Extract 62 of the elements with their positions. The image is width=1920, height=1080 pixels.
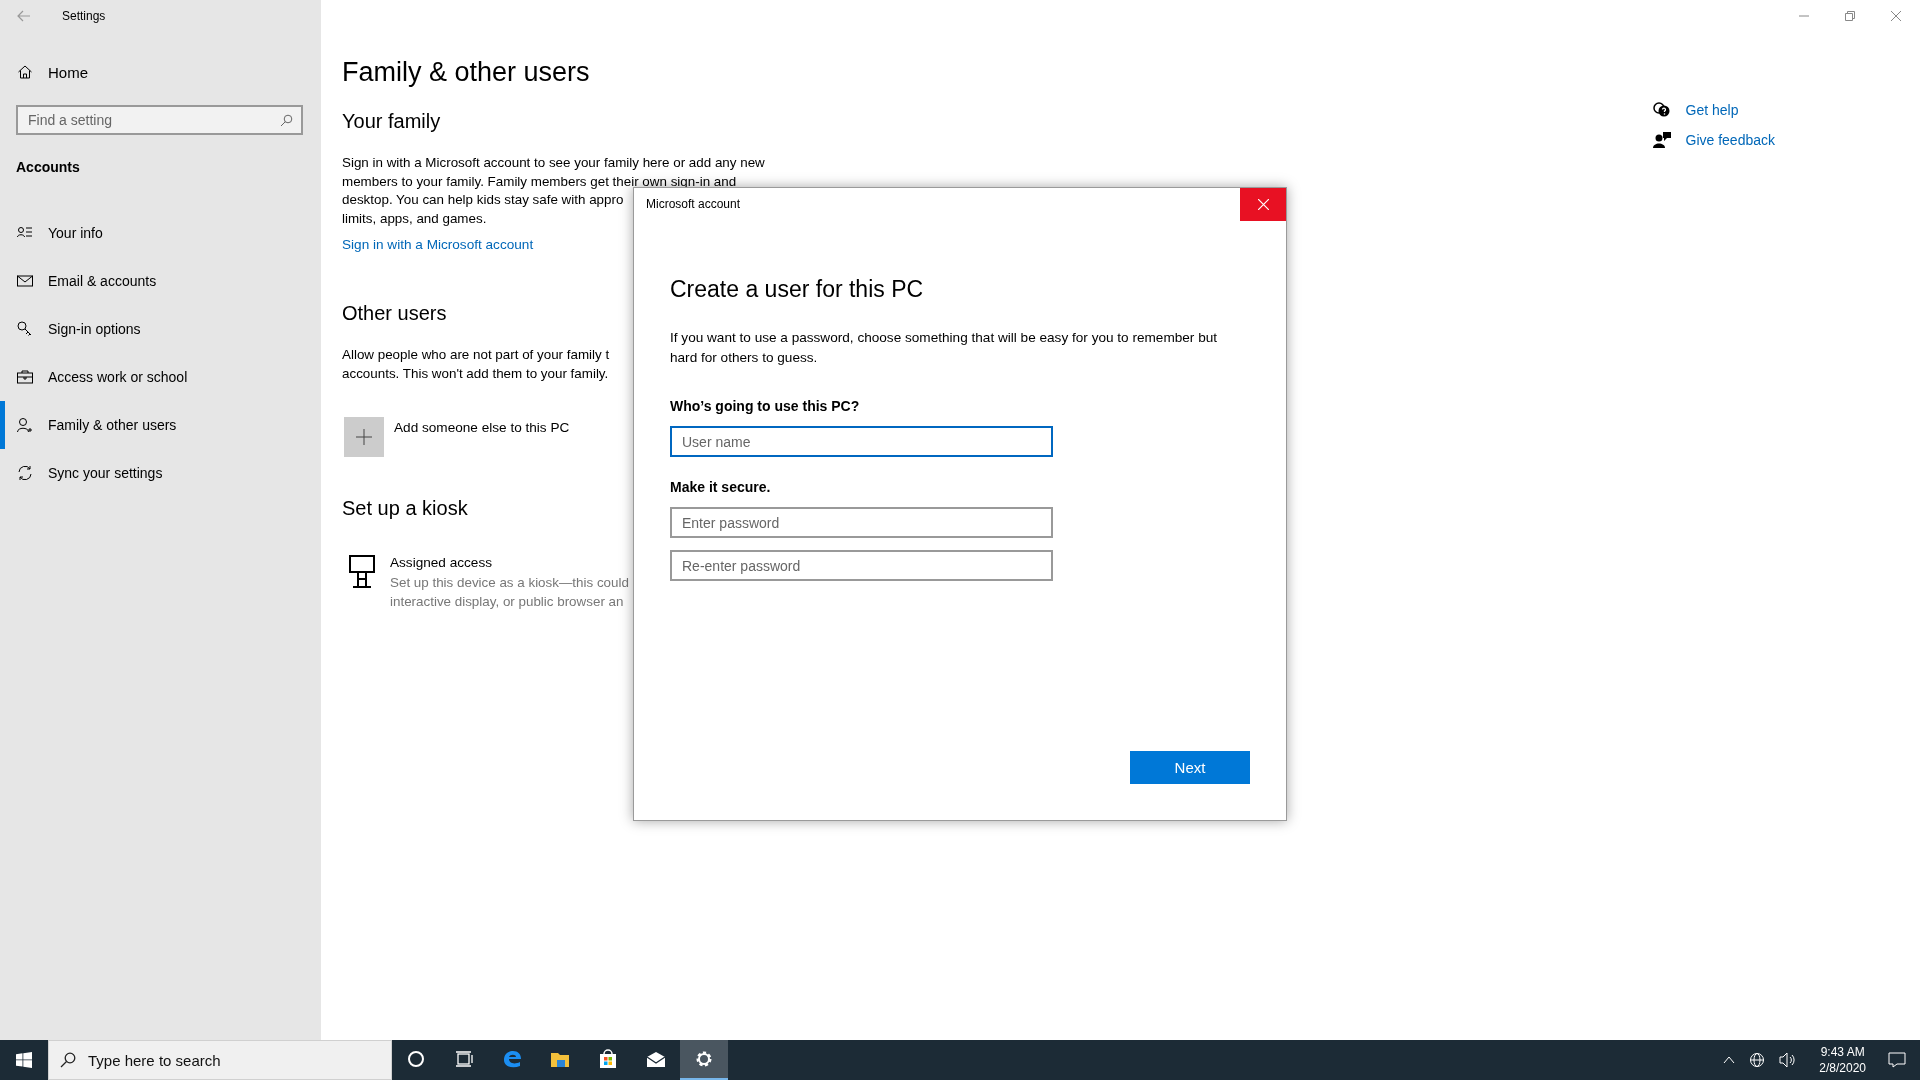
page-title: Family & other users <box>342 57 590 88</box>
input-field[interactable]: Enter password <box>670 507 1053 538</box>
add-user-label[interactable]: Add someone else to this PC <box>394 420 570 435</box>
help-link[interactable]: Get help <box>1685 102 1739 118</box>
key-icon <box>17 321 33 337</box>
clock-time[interactable]: 9:43 AM <box>1820 1044 1865 1060</box>
close-icon[interactable] <box>1891 11 1901 21</box>
volume-icon[interactable] <box>1779 1052 1798 1068</box>
dialog-heading: Create a user for this PC <box>670 276 924 303</box>
sidebar-item[interactable]: Sync your settings <box>0 449 321 497</box>
next-button[interactable]: Next <box>1130 751 1250 784</box>
briefcase-icon <box>17 369 33 385</box>
circle-icon <box>405 1048 427 1070</box>
description-text: Sign in with a Microsoft account to see your family here or add any new <box>342 154 765 172</box>
sidebar-item[interactable]: Sign-in options <box>0 305 321 353</box>
input-field[interactable]: User name <box>670 426 1053 457</box>
search-field[interactable]: Find a setting <box>16 105 303 135</box>
home-nav-item[interactable]: Home <box>0 52 321 92</box>
search-icon <box>280 114 293 127</box>
plus-icon <box>356 429 372 445</box>
sync-icon <box>17 465 33 481</box>
dialog-text: If you want to use a password, choose something that will be easy for you to remember but hard for others to guess. <box>670 329 1219 367</box>
sidebar-item[interactable]: Email & accounts <box>0 257 321 305</box>
browser-e-icon <box>501 1048 523 1070</box>
task-view-icon <box>453 1048 475 1070</box>
help-icon <box>1652 102 1671 118</box>
field-label: Make it secure. <box>670 479 771 495</box>
description-text: desktop. You can help kids stay safe with appro <box>342 191 624 209</box>
home-icon <box>17 64 33 80</box>
mail-icon <box>17 273 33 289</box>
section-heading: Your family <box>342 110 441 133</box>
description-text: Allow people who are not part of your family t <box>342 346 610 364</box>
assigned-access-link[interactable]: Assigned access <box>390 555 492 570</box>
taskbar-app-button[interactable] <box>680 1040 728 1080</box>
taskbar-search-field[interactable]: Type here to search <box>48 1040 392 1080</box>
shopping-bag-icon <box>597 1048 619 1070</box>
description-text: interactive display, or public browser an <box>390 593 624 611</box>
input-field[interactable]: Re-enter password <box>670 550 1053 581</box>
close-icon <box>1257 199 1269 210</box>
section-heading: Other users <box>342 302 447 325</box>
search-icon <box>60 1052 76 1068</box>
field-label: Who’s going to use this PC? <box>670 398 860 414</box>
restore-icon[interactable] <box>1845 11 1855 21</box>
description-text: Set up this device as a kiosk—this could <box>390 574 629 592</box>
notification-icon[interactable] <box>1888 1052 1906 1068</box>
help-link[interactable]: Give feedback <box>1685 132 1775 148</box>
window-title: Settings <box>62 9 106 23</box>
kiosk-icon <box>349 555 375 589</box>
dialog-title: Microsoft account <box>646 197 741 211</box>
section-heading: Set up a kiosk <box>342 497 468 520</box>
windows-logo-icon <box>16 1052 32 1068</box>
description-text: accounts. This won't add them to your family. <box>342 364 609 383</box>
description-text: limits, apps, and games. <box>342 209 487 228</box>
clock-date[interactable]: 2/8/2020 <box>1819 1060 1866 1076</box>
globe-icon[interactable] <box>1749 1052 1766 1068</box>
person-add-icon <box>17 417 33 433</box>
sidebar-item[interactable]: Access work or school <box>0 353 321 401</box>
sidebar-item[interactable]: Your info <box>0 209 321 257</box>
sign-in-link[interactable]: Sign in with a Microsoft account <box>342 237 534 252</box>
feedback-icon <box>1652 132 1671 148</box>
section-heading: Accounts <box>16 159 81 175</box>
chevron-up-icon[interactable] <box>1723 1056 1736 1064</box>
